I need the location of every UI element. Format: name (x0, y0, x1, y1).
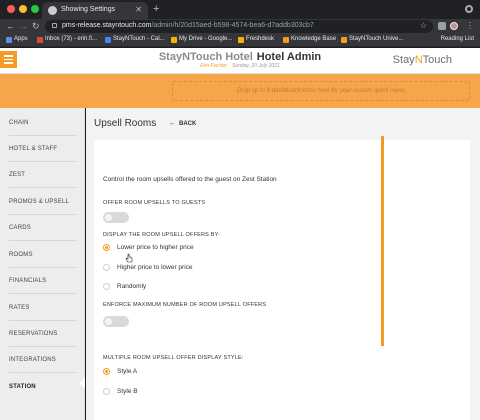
app-header: StayNTouch Hotel Hotel Admin Erin Fischer… (0, 48, 480, 74)
radio-randomly[interactable]: Randomly (103, 281, 146, 291)
offer-upsells-label: OFFER ROOM UPSELLS TO GUESTS (103, 200, 206, 206)
radio-style-a[interactable]: Style A (103, 366, 137, 376)
extensions-icon[interactable] (438, 22, 446, 30)
radio-style-b[interactable]: Style B (103, 386, 138, 396)
sidebar-item-chain[interactable]: CHAIN (9, 110, 77, 136)
drop-zone-hint: Drop up to 8 dashboard icons here for yo… (237, 88, 405, 94)
sidebar-item-integrations[interactable]: INTEGRATIONS (9, 347, 77, 373)
display-order-label: DISPLAY THE ROOM UPSELL OFFERS BY: (103, 232, 220, 238)
bookmark-freshdesk[interactable]: Freshdesk (238, 36, 274, 43)
radio-lower-to-higher[interactable]: Lower price to higher price (103, 242, 194, 252)
sidebar-item-cards[interactable]: CARDS (9, 215, 77, 241)
sidebar-item-promos-upsell[interactable]: PROMOS & UPSELL (9, 189, 77, 215)
hotel-name: StayNTouch Hotel (158, 51, 253, 63)
browser-tab-bar: Showing Settings ✕ + (0, 0, 480, 19)
profile-avatar[interactable] (450, 22, 458, 30)
radio-button[interactable] (103, 387, 110, 395)
admin-sidebar: CHAIN HOTEL & STAFF ZEST PROMOS & UPSELL… (0, 108, 85, 420)
globe-icon (48, 6, 57, 15)
dashboard-bar: Drop up to 8 dashboard icons here for yo… (0, 74, 480, 108)
window-status-icon (465, 5, 473, 13)
sidebar-item-zest[interactable]: ZEST (9, 162, 77, 188)
enforce-max-toggle[interactable] (103, 316, 129, 327)
active-item-pointer (79, 378, 85, 388)
bookmarks-bar: Apps Inbox (73) - erin.fi... StayNTouch … (0, 34, 480, 47)
reload-icon[interactable]: ↻ (32, 21, 40, 32)
bookmark-calendar[interactable]: StayNTouch - Cal... (105, 36, 165, 43)
enforce-max-label: ENFORCE MAXIMUM NUMBER OF ROOM UPSELL OF… (103, 302, 267, 308)
back-arrow-icon: ← (169, 120, 176, 127)
toggle-knob (105, 214, 112, 221)
sidebar-item-financials[interactable]: FINANCIALS (9, 268, 77, 294)
back-arrow-icon[interactable]: ← (6, 21, 15, 32)
sidebar-item-reservations[interactable]: RESERVATIONS (9, 321, 77, 347)
bookmark-university[interactable]: StayNTouch Unive... (341, 36, 403, 43)
offer-upsells-toggle[interactable] (103, 212, 129, 223)
bookmark-inbox[interactable]: Inbox (73) - erin.fi... (37, 36, 97, 43)
quick-menu-drop-zone[interactable]: Drop up to 8 dashboard icons here for yo… (172, 81, 470, 101)
browser-tab[interactable]: Showing Settings ✕ (42, 2, 148, 19)
radio-button[interactable] (103, 282, 110, 290)
bookmark-drive[interactable]: My Drive - Google... (171, 36, 232, 43)
bookmark-star-icon[interactable]: ☆ (420, 21, 427, 30)
toggle-knob (105, 318, 112, 325)
browser-menu-icon[interactable]: ⋮ (466, 21, 474, 30)
bookmark-apps[interactable]: Apps (6, 36, 28, 43)
url-text: pms-release.stayntouch.com/admin/h/20d15… (62, 22, 314, 29)
section-title: Hotel Admin (256, 51, 322, 63)
brand-logo: StayNTouch (392, 54, 452, 66)
sidebar-item-rooms[interactable]: ROOMS (9, 242, 77, 268)
hand-cursor-icon (125, 253, 133, 263)
sidebar-item-station[interactable]: STATION (9, 374, 77, 400)
header-date: Sunday, 20 July 2021 (231, 63, 280, 69)
lock-icon (52, 23, 57, 28)
bookmark-knowledge-base[interactable]: Knowledge Base (283, 36, 336, 43)
panel-scrollbar[interactable] (381, 136, 384, 346)
new-tab-icon[interactable]: + (153, 3, 159, 15)
settings-panel: Control the room upsells offered to the … (94, 140, 470, 420)
radio-button[interactable] (103, 263, 110, 271)
reading-list[interactable]: Reading List (441, 36, 474, 42)
sidebar-item-rates[interactable]: RATES (9, 295, 77, 321)
main-content: Upsell Rooms ← BACK Control the room upse… (86, 108, 480, 420)
close-window-button[interactable] (7, 5, 15, 13)
radio-button[interactable] (103, 367, 110, 375)
address-bar[interactable]: pms-release.stayntouch.com/admin/h/20d15… (45, 20, 433, 33)
forward-arrow-icon[interactable]: → (19, 21, 28, 32)
back-button[interactable]: ← BACK (169, 120, 196, 127)
sidebar-item-hotel-staff[interactable]: HOTEL & STAFF (9, 136, 77, 162)
page-title: Upsell Rooms (94, 118, 157, 129)
display-style-label: MULTIPLE ROOM UPSELL OFFER DISPLAY STYLE… (103, 355, 244, 361)
maximize-window-button[interactable] (31, 5, 39, 13)
radio-higher-to-lower[interactable]: Higher price to lower price (103, 262, 193, 272)
browser-toolbar: ← → ↻ pms-release.stayntouch.com/admin/h… (0, 19, 480, 34)
tab-title: Showing Settings (61, 6, 116, 13)
close-tab-icon[interactable]: ✕ (135, 5, 142, 14)
panel-description: Control the room upsells offered to the … (103, 176, 277, 183)
minimize-window-button[interactable] (19, 5, 27, 13)
user-name: Erin Fischer (200, 63, 227, 69)
radio-button[interactable] (103, 243, 110, 251)
